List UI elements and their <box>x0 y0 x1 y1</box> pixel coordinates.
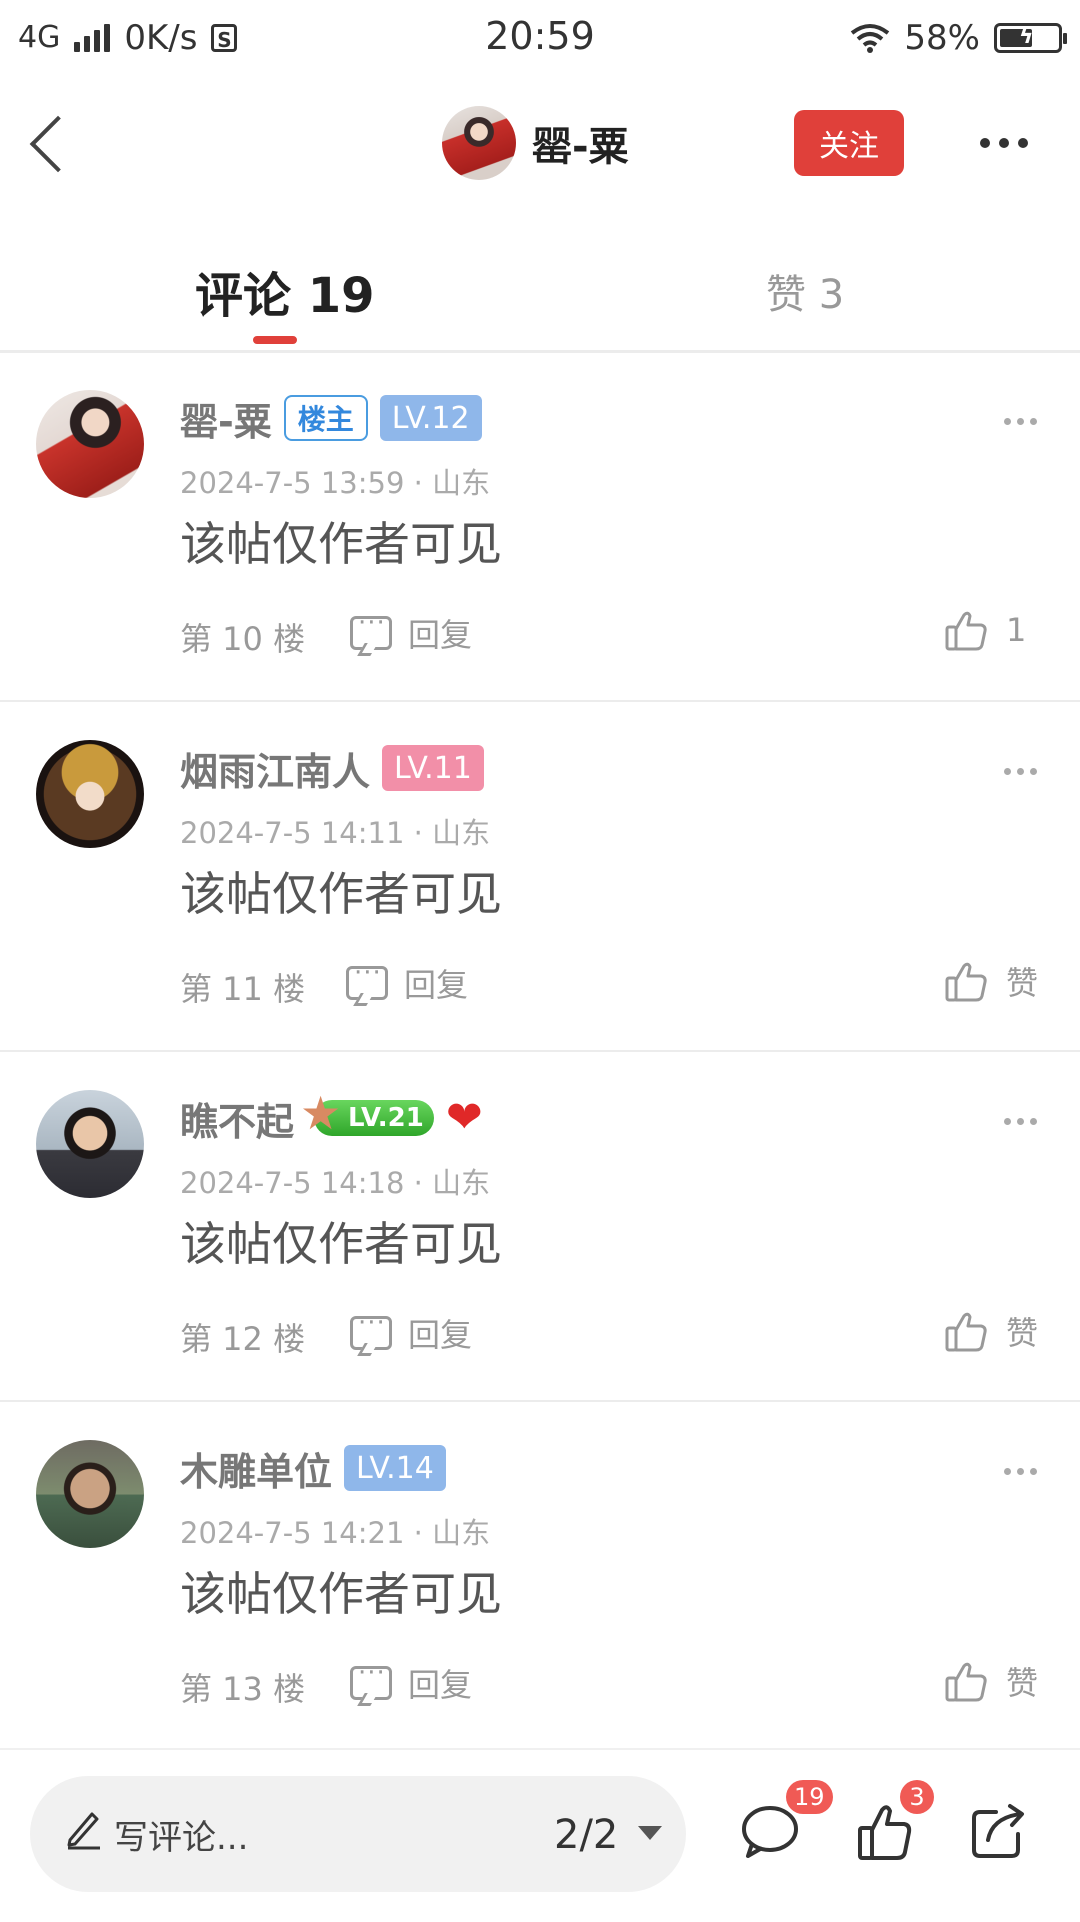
like-button[interactable]: 赞 <box>944 1308 1038 1354</box>
user-avatar[interactable] <box>36 1090 144 1198</box>
like-button[interactable]: 赞 <box>944 958 1038 1004</box>
level-label: LV.21 <box>348 1103 424 1133</box>
reply-label: 回复 <box>408 616 473 654</box>
status-right: 58% ϟ <box>850 17 1067 58</box>
comment-item: 木雕单位 LV.14 2024-7-5 14:21 · 山东 该帖仅作者可见 第… <box>0 1402 1080 1752</box>
like-button[interactable]: 赞 <box>944 1658 1038 1704</box>
tab-likes[interactable]: 赞 3 <box>766 262 844 320</box>
battery-icon: ϟ <box>994 22 1067 53</box>
name-row: 罂-粟 楼主 LV.12 <box>180 392 482 444</box>
tab-active-indicator <box>253 336 297 344</box>
thumbs-up-icon <box>944 1309 988 1353</box>
comment-count-badge: 19 <box>786 1780 833 1814</box>
author-avatar[interactable] <box>442 106 516 180</box>
like-label: 赞 <box>1006 1314 1039 1352</box>
thumbs-up-icon <box>944 1659 988 1703</box>
tab-bar: 评论 19 赞 3 <box>0 238 1080 353</box>
reply-label: 回复 <box>408 1316 473 1354</box>
like-label: 赞 <box>1006 964 1039 1002</box>
like-count: 1 <box>1006 611 1027 649</box>
battery-percent: 58% <box>904 17 980 58</box>
thumbs-up-icon <box>944 608 988 652</box>
network-speed: 0K/s <box>124 17 198 58</box>
comment-text: 该帖仅作者可见 <box>180 517 502 571</box>
top-bar: 罂-粟 关注 <box>0 88 1080 200</box>
like-button[interactable]: 1 <box>944 608 1026 652</box>
comment-bubble-icon <box>350 608 392 650</box>
comment-more-icon[interactable] <box>1004 1118 1037 1125</box>
comment-text: 该帖仅作者可见 <box>180 1217 502 1271</box>
reply-label: 回复 <box>404 966 469 1004</box>
comment-item: 瞧不起 ★ LV.21 ❤ 2024-7-5 14:18 · 山东 该帖仅作者可… <box>0 1052 1080 1402</box>
comment-bubble-icon <box>350 1308 392 1350</box>
reply-button[interactable]: 回复 <box>346 958 469 1006</box>
user-avatar[interactable] <box>36 1440 144 1548</box>
user-name[interactable]: 烟雨江南人 <box>180 741 370 796</box>
user-avatar[interactable] <box>36 390 144 498</box>
page-indicator[interactable]: 2/2 <box>554 1812 618 1858</box>
like-count-badge: 3 <box>900 1780 934 1814</box>
reply-button[interactable]: 回复 <box>350 608 473 656</box>
floor-number: 第 12 楼 <box>180 1320 306 1358</box>
comment-text: 该帖仅作者可见 <box>180 1567 502 1621</box>
wifi-icon <box>851 23 890 53</box>
user-name[interactable]: 瞧不起 <box>180 1091 294 1146</box>
comment-more-icon[interactable] <box>1004 768 1037 775</box>
level-badge: LV.11 <box>382 745 484 791</box>
follow-button[interactable]: 关注 <box>794 110 904 176</box>
status-left: 4G 0K/s S <box>18 17 238 58</box>
comment-text: 该帖仅作者可见 <box>180 867 502 921</box>
comment-bubble-icon <box>350 1658 392 1700</box>
floor-number: 第 11 楼 <box>180 970 306 1008</box>
back-chevron-icon[interactable] <box>28 114 68 174</box>
comment-meta: 2024-7-5 13:59 · 山东 <box>180 466 491 500</box>
level-badge: LV.12 <box>379 395 482 441</box>
author-name: 罂-粟 <box>532 124 629 170</box>
level-badge: LV.14 <box>344 1445 446 1491</box>
comment-meta: 2024-7-5 14:11 · 山东 <box>180 816 491 850</box>
comment-bubble-icon <box>346 958 388 1000</box>
thumbs-up-icon <box>944 959 988 1003</box>
comment-more-icon[interactable] <box>1004 1468 1037 1475</box>
more-icon[interactable] <box>980 138 1028 148</box>
reply-label: 回复 <box>408 1666 473 1704</box>
heart-handshake-icon: ❤ <box>445 1092 483 1143</box>
comment-meta: 2024-7-5 14:21 · 山东 <box>180 1516 491 1550</box>
caret-down-icon[interactable] <box>638 1826 662 1840</box>
name-row: 瞧不起 ★ LV.21 ❤ <box>180 1090 483 1146</box>
like-label: 赞 <box>1006 1664 1039 1702</box>
comment-list: 罂-粟 楼主 LV.12 2024-7-5 13:59 · 山东 该帖仅作者可见… <box>0 352 1080 1752</box>
signal-icon <box>74 23 111 52</box>
comment-more-icon[interactable] <box>1004 418 1037 425</box>
floor-number: 第 13 楼 <box>180 1670 306 1708</box>
charging-bolt-icon: ϟ <box>1019 23 1034 49</box>
name-row: 木雕单位 LV.14 <box>180 1442 446 1494</box>
user-name[interactable]: 罂-粟 <box>180 391 272 446</box>
comment-item: 烟雨江南人 LV.11 2024-7-5 14:11 · 山东 该帖仅作者可见 … <box>0 702 1080 1052</box>
network-type: 4G <box>18 20 61 55</box>
tab-comments[interactable]: 评论 19 <box>195 256 375 326</box>
pencil-icon <box>67 1812 100 1850</box>
reply-button[interactable]: 回复 <box>350 1658 473 1706</box>
owner-badge: 楼主 <box>283 395 368 441</box>
level-badge-green: ★ LV.21 <box>300 1090 434 1136</box>
comment-item: 罂-粟 楼主 LV.12 2024-7-5 13:59 · 山东 该帖仅作者可见… <box>0 352 1080 702</box>
input-placeholder: 写评论... <box>114 1818 249 1858</box>
author-info[interactable]: 罂-粟 <box>442 106 629 180</box>
status-bar: 4G 0K/s S 58% ϟ <box>0 0 1080 75</box>
user-avatar[interactable] <box>36 740 144 848</box>
star-icon: ★ <box>300 1086 342 1140</box>
comment-meta: 2024-7-5 14:18 · 山东 <box>180 1166 491 1200</box>
user-name[interactable]: 木雕单位 <box>180 1441 332 1496</box>
name-row: 烟雨江南人 LV.11 <box>180 742 484 794</box>
comment-input[interactable]: 写评论... 2/2 <box>30 1776 686 1892</box>
bottom-bar: 写评论... 2/2 19 3 <box>0 1748 1080 1922</box>
floor-number: 第 10 楼 <box>180 620 306 658</box>
reply-button[interactable]: 回复 <box>350 1308 473 1356</box>
s-app-icon: S <box>211 23 238 52</box>
share-icon[interactable] <box>966 1800 1030 1864</box>
